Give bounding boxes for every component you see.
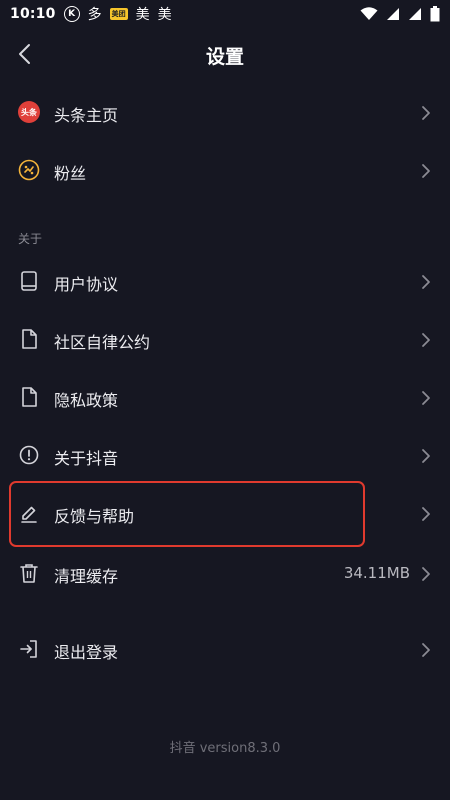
fans-icon — [18, 159, 40, 181]
signal-icon — [387, 8, 399, 20]
row-label-fans: 粉丝 — [54, 164, 87, 183]
k-app-icon: K — [63, 6, 80, 22]
status-bar: 10:10 K 多 美团 美 美 — [0, 0, 450, 28]
section-header-about: 关于 — [18, 232, 43, 246]
logout-icon — [18, 638, 40, 660]
settings-row-clear-cache[interactable]: 清理缓存 34.11MB — [0, 545, 450, 603]
row-label-community: 社区自律公约 — [54, 333, 151, 352]
meituan-app-icon: 美团 — [109, 8, 128, 20]
settings-row-privacy[interactable]: 隐私政策 — [0, 369, 450, 427]
tieba-app-icon: 多 — [87, 7, 102, 23]
meituan-notification-2: 美 — [157, 7, 172, 23]
settings-row-community[interactable]: 社区自律公约 — [0, 311, 450, 369]
row-label-about: 关于抖音 — [54, 449, 119, 468]
settings-row-toutiao[interactable]: 头条 头条主页 — [0, 84, 450, 142]
signal-icon — [409, 8, 421, 20]
document-icon — [18, 328, 40, 350]
chevron-right-icon — [422, 643, 430, 657]
top-bar: 设置 — [0, 28, 450, 80]
battery-icon — [430, 6, 440, 22]
row-label-user-agreement: 用户协议 — [54, 275, 119, 294]
row-label-logout: 退出登录 — [54, 643, 119, 662]
row-label-clear-cache: 清理缓存 — [54, 567, 119, 586]
book-icon — [18, 270, 40, 292]
row-label-privacy: 隐私政策 — [54, 391, 119, 410]
document-icon — [18, 386, 40, 408]
version-label: 抖音 version8.3.0 — [169, 741, 281, 756]
chevron-right-icon — [422, 106, 430, 120]
page-title: 设置 — [205, 46, 244, 68]
chevron-right-icon — [422, 567, 430, 581]
highlight-box — [9, 481, 365, 547]
settings-row-about[interactable]: 关于抖音 — [0, 427, 450, 485]
toutiao-icon: 头条 — [18, 101, 40, 123]
chevron-right-icon — [422, 391, 430, 405]
cache-size-value: 34.11MB — [343, 564, 410, 582]
wifi-icon — [360, 7, 378, 20]
chevron-right-icon — [422, 449, 430, 463]
trash-icon — [18, 562, 40, 584]
meituan-notification-1: 美 — [135, 7, 150, 23]
chevron-right-icon — [422, 333, 430, 347]
row-label-toutiao: 头条主页 — [54, 106, 119, 125]
settings-row-logout[interactable]: 退出登录 — [0, 621, 450, 679]
settings-row-user-agreement[interactable]: 用户协议 — [0, 253, 450, 311]
status-time: 10:10 — [10, 6, 56, 22]
chevron-right-icon — [422, 164, 430, 178]
chevron-right-icon — [422, 507, 430, 521]
chevron-right-icon — [422, 275, 430, 289]
info-exclamation-icon — [18, 444, 40, 466]
settings-row-fans[interactable]: 粉丝 — [0, 142, 450, 200]
